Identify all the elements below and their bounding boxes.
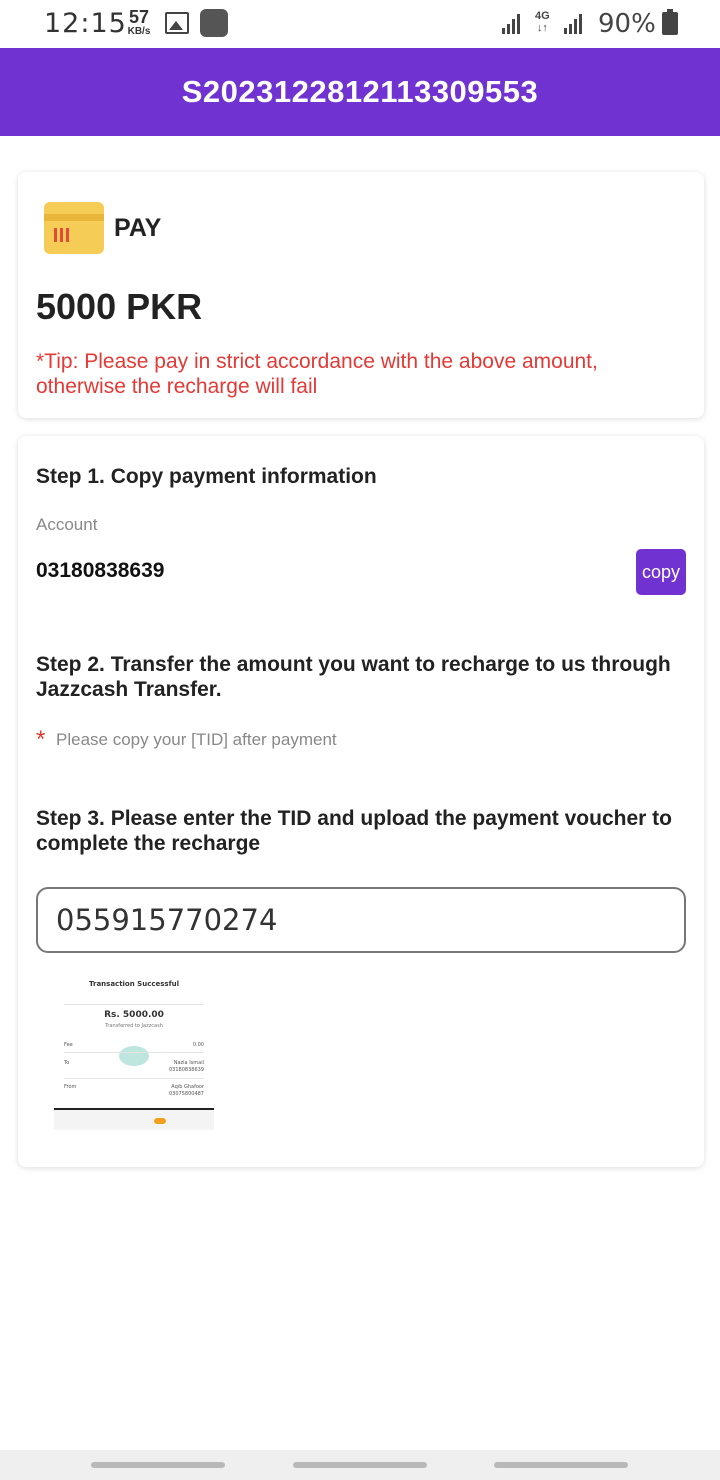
voucher-fee-label: Fee	[64, 1042, 73, 1048]
voucher-amount: Rs. 5000.00	[104, 1010, 164, 1020]
network-speed-value: 57	[128, 7, 150, 27]
nav-menu-button[interactable]	[91, 1462, 225, 1468]
voucher-fee-value: 0.00	[192, 1042, 204, 1048]
voucher-to-label: To	[64, 1060, 70, 1066]
copy-button[interactable]: copy	[636, 549, 686, 595]
voucher-subtitle: Transferred to Jazzcash	[105, 1023, 163, 1029]
nav-home-button[interactable]	[293, 1462, 427, 1468]
account-label: Account	[36, 515, 98, 534]
network-type-icon: 4G ↓↑	[535, 10, 550, 34]
payment-tip: *Tip: Please pay in strict accordance wi…	[36, 350, 598, 398]
nav-back-button[interactable]	[494, 1462, 628, 1468]
payment-amount: 5000 PKR	[36, 286, 203, 327]
network-speed-unit: KB/s	[127, 26, 151, 37]
tid-hint: Please copy your [TID] after payment	[56, 730, 337, 749]
network-speed: 57 KB/s	[124, 8, 154, 37]
voucher-footer	[54, 1108, 214, 1130]
voucher-to-name: Nazia Ismail	[173, 1060, 204, 1066]
status-time: 12:15	[44, 8, 127, 39]
image-notification-icon	[165, 12, 189, 34]
voucher-to-number: 03180838639	[169, 1067, 204, 1073]
signal-icon	[502, 14, 524, 34]
page-title: S2023122812113309553	[181, 74, 539, 109]
voucher-title: Transaction Successful	[88, 980, 179, 988]
battery-level: 90%	[598, 9, 656, 39]
tid-input[interactable]	[36, 887, 686, 953]
system-nav-bar	[0, 1450, 720, 1480]
app-notification-icon	[200, 9, 228, 37]
jazzcash-logo-icon	[154, 1118, 166, 1124]
required-mark: *	[36, 726, 46, 753]
battery-icon	[662, 9, 678, 35]
step2-title: Step 2. Transfer the amount you want to …	[36, 653, 671, 701]
status-bar: 12:15 57 KB/s 4G ↓↑ 90%	[0, 0, 720, 48]
step1-title: Step 1. Copy payment information	[36, 465, 377, 488]
voucher-from-label: From	[64, 1084, 77, 1090]
account-number: 03180838639	[36, 559, 165, 582]
app-header: S2023122812113309553	[0, 48, 720, 136]
pay-label: PAY	[114, 214, 162, 242]
voucher-from-number: 03075800487	[169, 1091, 204, 1097]
steps-card: Step 1. Copy payment information Account…	[18, 436, 704, 1167]
step3-title: Step 3. Please enter the TID and upload …	[36, 807, 672, 855]
signal-icon-2	[564, 14, 586, 34]
payment-voucher-image[interactable]: Transaction Successful Rs. 5000.00 Trans…	[54, 976, 214, 1130]
voucher-from-name: Aqib Ghafoor	[171, 1084, 204, 1090]
jazzcash-watermark-icon	[119, 1046, 149, 1066]
pay-card: PAY 5000 PKR *Tip: Please pay in strict …	[18, 172, 704, 418]
credit-card-icon	[44, 202, 104, 254]
